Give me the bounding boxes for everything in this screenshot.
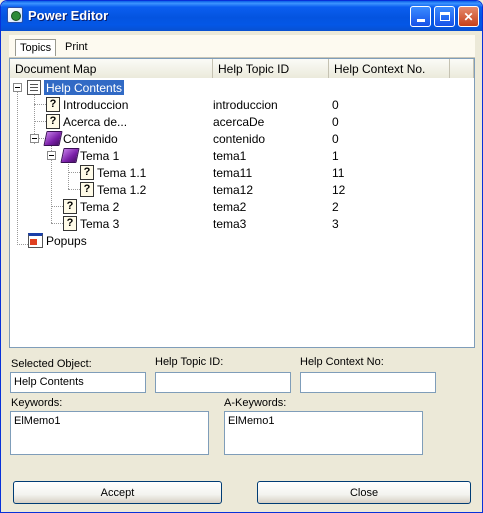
tab-topics[interactable]: Topics [15, 39, 57, 56]
tree-node-label[interactable]: Tema 3 [78, 216, 121, 231]
tree-row[interactable]: ? Tema 1.1 tema11 11 [10, 164, 474, 181]
tree-row[interactable]: ? Tema 1.2 tema12 12 [10, 181, 474, 198]
title-bar[interactable]: Power Editor ✕ [1, 1, 482, 31]
close-window-button[interactable]: ✕ [458, 6, 479, 27]
popups-icon [28, 233, 43, 248]
help-topic-icon: ? [63, 216, 77, 231]
help-topic-icon: ? [63, 199, 77, 214]
collapse-toggle[interactable] [13, 83, 22, 92]
help-topic-id-cell: tema12 [213, 183, 254, 197]
maximize-button[interactable] [434, 6, 455, 27]
document-map-tree[interactable]: Document Map Help Topic ID Help Context … [9, 58, 475, 348]
tree-node-label[interactable]: Help Contents [44, 80, 125, 95]
help-context-no-cell: 0 [332, 98, 339, 112]
keywords-label: Keywords: [11, 397, 63, 409]
close-button[interactable]: Close [257, 481, 471, 504]
app-icon[interactable] [7, 7, 23, 23]
tab-strip: Topics Print [9, 35, 475, 58]
collapse-toggle[interactable] [30, 134, 39, 143]
selected-object-label: Selected Object: [11, 358, 92, 370]
help-topic-id-field[interactable] [155, 372, 291, 393]
help-topic-id-cell: contenido [213, 132, 266, 146]
help-context-no-label: Help Context No: [300, 356, 384, 368]
help-topic-icon: ? [80, 165, 94, 180]
tree-row-popups[interactable]: Popups [10, 232, 474, 249]
help-topic-id-cell: tema1 [213, 149, 247, 163]
column-header-help-context-no[interactable]: Help Context No. [329, 59, 450, 78]
help-context-no-cell: 0 [332, 132, 339, 146]
selected-object-field[interactable]: Help Contents [10, 372, 146, 393]
help-context-no-cell: 11 [332, 166, 345, 180]
a-keywords-label: A-Keywords: [224, 397, 287, 409]
tree-row[interactable]: ? Tema 2 tema2 2 [10, 198, 474, 215]
help-topic-id-label: Help Topic ID: [155, 356, 224, 368]
a-keywords-memo[interactable]: ElMemo1 [224, 411, 423, 455]
column-header-filler [450, 59, 474, 78]
help-context-no-cell: 0 [332, 115, 339, 129]
book-icon [43, 131, 63, 146]
column-header-document-map[interactable]: Document Map [10, 59, 213, 78]
tree-row[interactable]: ? Introduccion introduccion 0 [10, 96, 474, 113]
document-icon [27, 80, 41, 95]
help-context-no-field[interactable] [300, 372, 436, 393]
help-context-no-cell: 12 [332, 183, 346, 197]
minimize-button[interactable] [410, 6, 431, 27]
tree-row[interactable]: ? Acerca de... acercaDe 0 [10, 113, 474, 130]
tree-node-label[interactable]: Tema 1.2 [95, 182, 148, 197]
tree-node-label[interactable]: Popups [44, 233, 89, 248]
collapse-toggle[interactable] [47, 151, 56, 160]
tree-node-label[interactable]: Introduccion [61, 97, 130, 112]
help-context-no-cell: 2 [332, 200, 339, 214]
tab-print[interactable]: Print [61, 39, 92, 56]
tree-row[interactable]: Tema 1 tema1 1 [10, 147, 474, 164]
help-topic-icon: ? [80, 182, 94, 197]
help-topic-id-cell: tema2 [213, 200, 247, 214]
book-icon [60, 148, 80, 163]
close-icon: ✕ [463, 9, 474, 24]
tree-node-label[interactable]: Tema 1 [78, 148, 121, 163]
help-context-no-cell: 1 [332, 149, 339, 163]
tree-row[interactable]: ? Tema 3 tema3 3 [10, 215, 474, 232]
help-topic-icon: ? [46, 114, 60, 129]
column-header-help-topic-id[interactable]: Help Topic ID [213, 59, 329, 78]
tree-node-label[interactable]: Acerca de... [61, 114, 129, 129]
help-topic-icon: ? [46, 97, 60, 112]
help-topic-id-cell: tema11 [213, 166, 253, 180]
help-topic-id-cell: introduccion [213, 98, 278, 112]
tree-node-label[interactable]: Tema 2 [78, 199, 121, 214]
tree-row[interactable]: Contenido contenido 0 [10, 130, 474, 147]
accept-button[interactable]: Accept [13, 481, 222, 504]
column-headers: Document Map Help Topic ID Help Context … [10, 59, 474, 78]
keywords-memo[interactable]: ElMemo1 [10, 411, 209, 455]
maximize-icon [439, 12, 450, 21]
help-topic-id-cell: tema3 [213, 217, 247, 231]
minimize-icon [416, 19, 425, 22]
help-context-no-cell: 3 [332, 217, 339, 231]
window-title: Power Editor [28, 8, 109, 23]
power-editor-window: Power Editor ✕ Topics Print Document Map… [0, 0, 483, 513]
tree-node-label[interactable]: Tema 1.1 [95, 165, 148, 180]
tree-node-label[interactable]: Contenido [61, 131, 120, 146]
help-topic-id-cell: acercaDe [213, 115, 265, 129]
tree-row-help-contents[interactable]: Help Contents [10, 79, 474, 96]
